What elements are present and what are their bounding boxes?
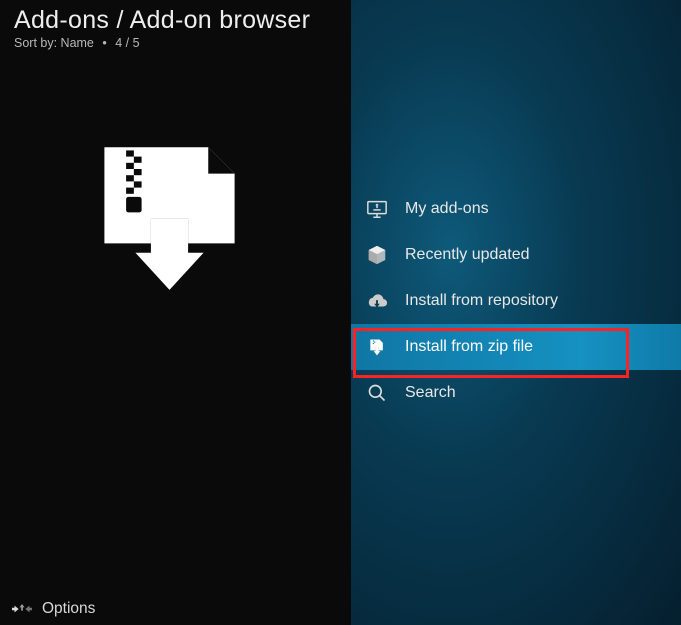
menu-item-label: Recently updated (405, 246, 530, 264)
options-arrows-icon (12, 599, 32, 619)
separator-dot: • (102, 36, 106, 50)
options-label: Options (42, 600, 95, 618)
box-icon (365, 243, 389, 267)
header-subtitle: Sort by: Name • 4 / 5 (14, 36, 337, 50)
menu-item-label: Search (405, 384, 456, 402)
menu-item-label: Install from zip file (405, 338, 533, 356)
right-panel: My add-ons Recently updated Install from… (351, 0, 681, 625)
header: Add-ons / Add-on browser Sort by: Name •… (0, 0, 351, 54)
zip-download-icon (92, 138, 247, 293)
options-button[interactable]: Options (12, 599, 95, 619)
menu-item-search[interactable]: Search (351, 370, 681, 416)
menu-item-install-repository[interactable]: Install from repository (351, 278, 681, 324)
menu-item-install-zip[interactable]: Install from zip file (351, 324, 681, 370)
search-icon (365, 381, 389, 405)
monitor-icon (365, 197, 389, 221)
menu-item-label: Install from repository (405, 292, 558, 310)
left-panel: Add-ons / Add-on browser Sort by: Name •… (0, 0, 351, 625)
menu-item-label: My add-ons (405, 200, 489, 218)
menu-item-recently-updated[interactable]: Recently updated (351, 232, 681, 278)
position-indicator: 4 / 5 (115, 36, 139, 50)
page-title: Add-ons / Add-on browser (14, 6, 337, 35)
zip-file-icon (365, 335, 389, 359)
cloud-download-icon (365, 289, 389, 313)
menu-list: My add-ons Recently updated Install from… (351, 186, 681, 416)
sort-label: Sort by: Name (14, 36, 94, 50)
menu-item-my-addons[interactable]: My add-ons (351, 186, 681, 232)
